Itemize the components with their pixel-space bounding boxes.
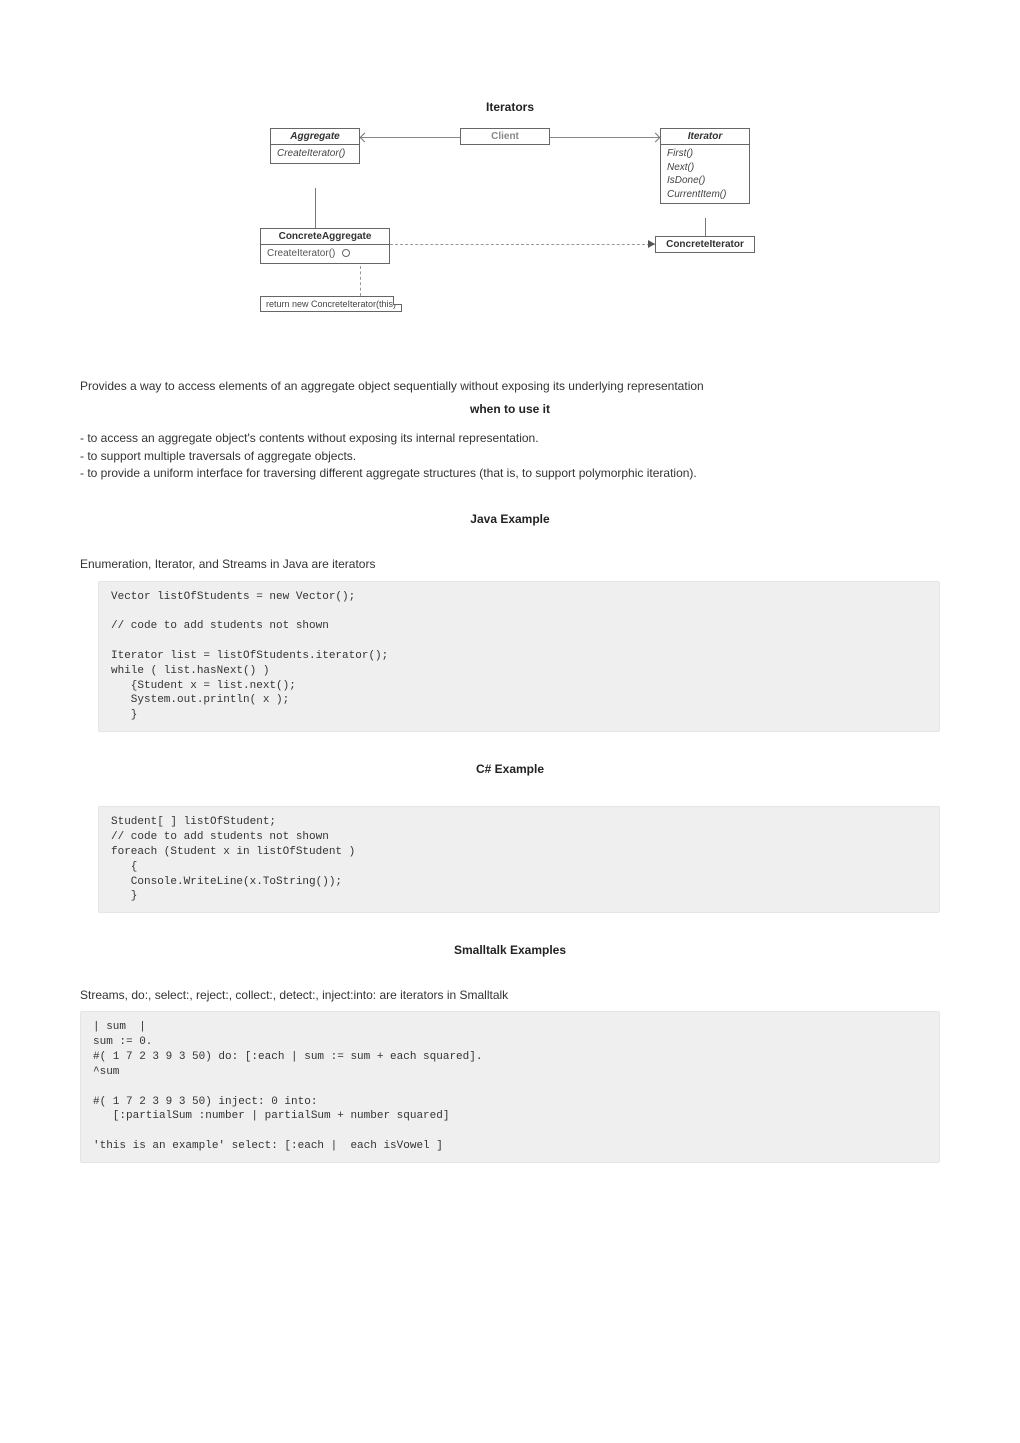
uml-diagram: Aggregate CreateIterator() Client Iterat…: [80, 128, 940, 338]
csharp-code: Student[ ] listOfStudent; // code to add…: [98, 806, 940, 913]
smalltalk-code: | sum | sum := 0. #( 1 7 2 3 9 3 50) do:…: [80, 1011, 940, 1163]
smalltalk-title: Smalltalk Examples: [80, 943, 940, 957]
uml-client-name: Client: [461, 129, 549, 144]
java-code: Vector listOfStudents = new Vector(); //…: [98, 581, 940, 733]
uml-concrete-aggregate-op: CreateIterator(): [267, 248, 335, 259]
smalltalk-intro: Streams, do:, select:, reject:, collect:…: [80, 987, 940, 1003]
when-item: - to access an aggregate object's conten…: [80, 430, 940, 447]
java-intro: Enumeration, Iterator, and Streams in Ja…: [80, 556, 940, 572]
intro-text: Provides a way to access elements of an …: [80, 378, 940, 394]
when-list: - to access an aggregate object's conten…: [80, 430, 940, 482]
when-item: - to support multiple traversals of aggr…: [80, 448, 940, 465]
uml-concrete-iterator-name: ConcreteIterator: [656, 237, 754, 252]
uml-aggregate-name: Aggregate: [271, 129, 359, 145]
uml-iterator-name: Iterator: [661, 129, 749, 145]
when-item: - to provide a uniform interface for tra…: [80, 465, 940, 482]
page-title: Iterators: [80, 100, 940, 114]
csharp-title: C# Example: [80, 762, 940, 776]
java-title: Java Example: [80, 512, 940, 526]
uml-concrete-aggregate-name: ConcreteAggregate: [261, 229, 389, 245]
uml-iterator-ops: First() Next() IsDone() CurrentItem(): [661, 145, 749, 203]
uml-note: return new ConcreteIterator(this): [260, 296, 402, 312]
uml-aggregate-op: CreateIterator(): [271, 145, 359, 163]
when-title: when to use it: [80, 402, 940, 416]
